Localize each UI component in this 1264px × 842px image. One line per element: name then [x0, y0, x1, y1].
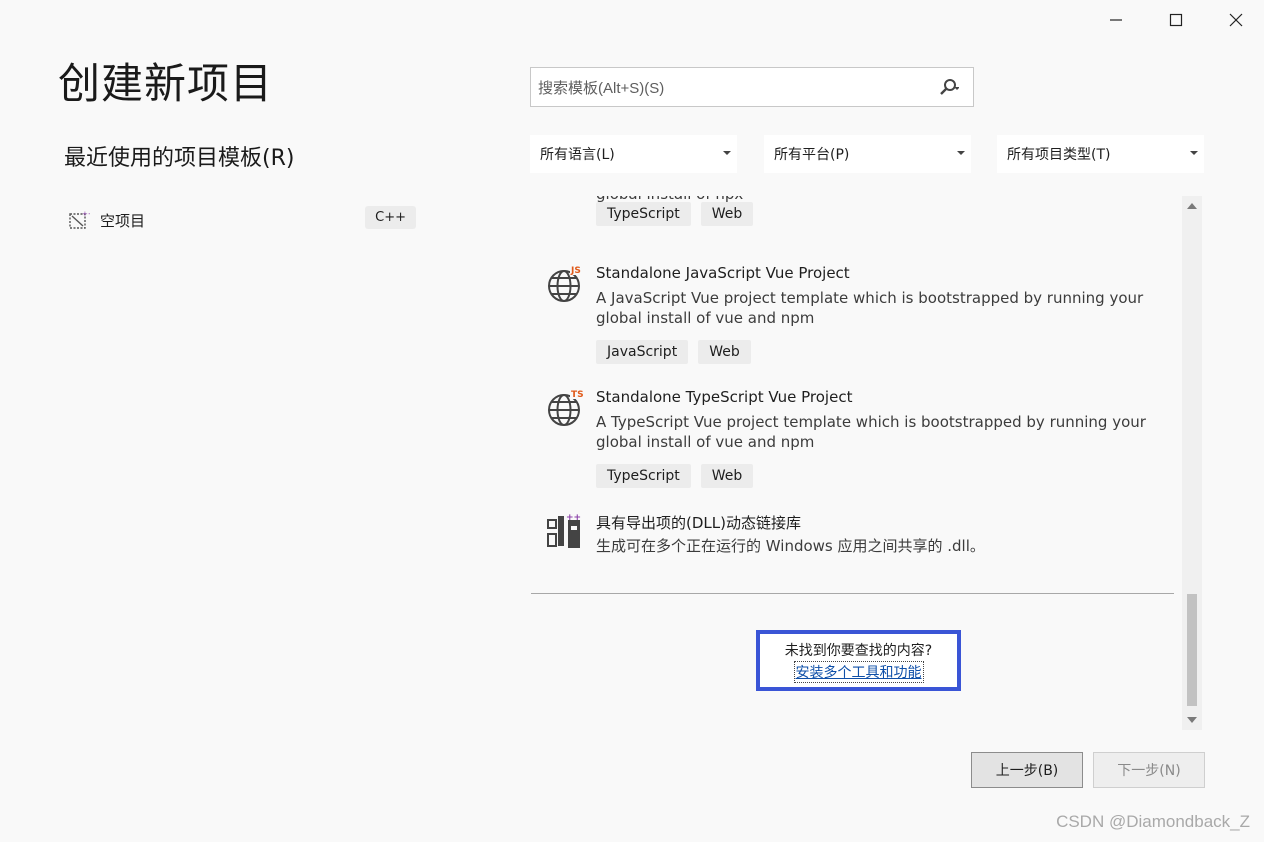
recent-item-empty-project[interactable]: ++ 空项目 C++ — [64, 204, 420, 236]
platform-filter-label: 所有平台(P) — [774, 147, 850, 163]
search-input[interactable] — [536, 76, 930, 100]
tag: TypeScript — [596, 202, 691, 226]
template-description: A TypeScript Vue project template which … — [596, 413, 1146, 451]
close-button[interactable] — [1206, 0, 1264, 40]
not-found-question: 未找到你要查找的内容? — [784, 643, 933, 659]
template-name: Standalone TypeScript Vue Project — [596, 388, 853, 406]
platform-filter[interactable]: 所有平台(P) — [764, 135, 971, 173]
chevron-down-icon — [957, 151, 965, 155]
template-item[interactable]: ++ 具有导出项的(DLL)动态链接库 生成可在多个正在运行的 Windows … — [530, 512, 1170, 572]
install-tools-link[interactable]: 安装多个工具和功能 — [793, 661, 924, 683]
project-type-filter[interactable]: 所有项目类型(T) — [997, 135, 1204, 173]
template-name: 具有导出项的(DLL)动态链接库 — [596, 514, 801, 532]
template-name: Standalone JavaScript Vue Project — [596, 264, 850, 282]
tag: JavaScript — [596, 340, 689, 364]
language-filter-label: 所有语言(L) — [540, 147, 615, 163]
scroll-down-icon[interactable] — [1187, 717, 1197, 723]
dll-icon: ++ — [547, 513, 581, 548]
close-icon — [1229, 13, 1243, 27]
scroll-up-icon[interactable] — [1187, 203, 1197, 209]
maximize-icon — [1169, 13, 1183, 27]
globe-ts-icon: TS — [548, 388, 586, 426]
recent-item-label: 空项目 — [100, 211, 146, 230]
tag: Web — [698, 340, 751, 364]
minimize-icon — [1110, 19, 1122, 21]
divider — [531, 593, 1174, 594]
template-tags: TypeScript Web — [596, 464, 754, 488]
tag: TypeScript — [596, 464, 691, 488]
template-description: A JavaScript Vue project template which … — [596, 289, 1144, 327]
back-button[interactable]: 上一步(B) — [971, 752, 1083, 788]
template-tags: TypeScript Web — [596, 202, 754, 226]
recent-templates-heading: 最近使用的项目模板(R) — [64, 146, 295, 171]
template-item[interactable]: TS Standalone TypeScript Vue Project A T… — [530, 388, 1170, 498]
scroll-thumb[interactable] — [1187, 594, 1197, 706]
not-found-box: 未找到你要查找的内容? 安装多个工具和功能 — [756, 630, 961, 691]
svg-text:++: ++ — [82, 210, 90, 218]
watermark: CSDN @Diamondback_Z — [1056, 812, 1250, 831]
search-box[interactable] — [530, 67, 974, 107]
minimize-button[interactable] — [1086, 0, 1146, 40]
template-description: 生成可在多个正在运行的 Windows 应用之间共享的 .dll。 — [596, 537, 985, 555]
template-list-scrollbar[interactable] — [1182, 196, 1202, 730]
svg-text:++: ++ — [566, 513, 581, 523]
chevron-down-icon — [1190, 151, 1198, 155]
globe-js-icon: JS — [548, 264, 586, 302]
next-button[interactable]: 下一步(N) — [1093, 752, 1205, 788]
template-list[interactable]: global install of npx TypeScript Web JS … — [530, 196, 1178, 590]
template-item[interactable]: JS Standalone JavaScript Vue Project A J… — [530, 264, 1170, 374]
ts-badge: TS — [571, 390, 584, 400]
search-icon[interactable] — [939, 78, 959, 98]
chevron-down-icon — [723, 151, 731, 155]
maximize-button[interactable] — [1146, 0, 1206, 40]
page-title: 创建新项目 — [58, 59, 274, 108]
tag: Web — [700, 464, 754, 488]
template-tags: JavaScript Web — [596, 340, 751, 364]
language-badge: C++ — [365, 206, 416, 229]
tag: Web — [700, 202, 754, 226]
language-filter[interactable]: 所有语言(L) — [530, 135, 737, 173]
template-item[interactable]: global install of npx TypeScript Web — [530, 196, 1170, 242]
js-badge: JS — [570, 266, 581, 276]
project-type-filter-label: 所有项目类型(T) — [1007, 147, 1111, 163]
empty-project-icon: ++ — [69, 210, 90, 229]
